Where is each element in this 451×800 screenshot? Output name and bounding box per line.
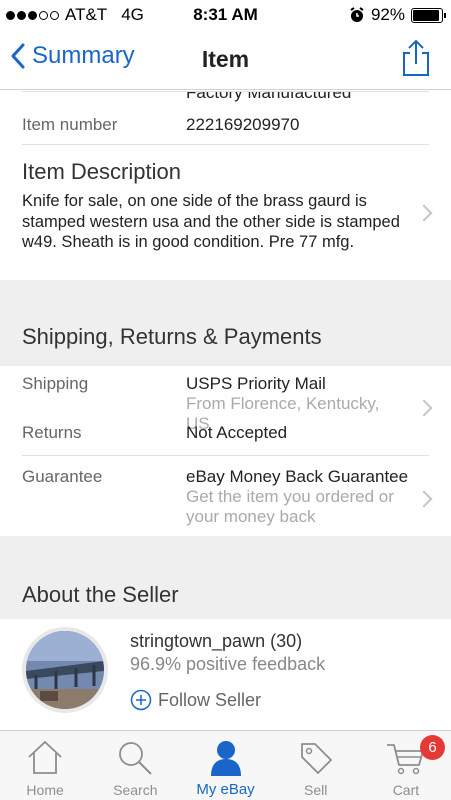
seller-avatar[interactable]	[22, 627, 108, 713]
item-description-title: Item Description	[22, 159, 181, 184]
tab-my-ebay-label: My eBay	[196, 781, 255, 798]
home-icon	[28, 740, 62, 774]
tab-bar: Home Search My eBay Sell 6 Cart	[0, 730, 451, 800]
returns-value: Not Accepted	[186, 423, 288, 442]
seller-section-title: About the Seller	[22, 582, 179, 607]
guarantee-label: Guarantee	[22, 467, 103, 486]
chevron-right-icon	[418, 491, 429, 509]
battery-icon	[411, 7, 446, 23]
item-number-label: Item number	[22, 115, 118, 134]
alarm-icon	[350, 7, 364, 22]
chevron-right-icon	[418, 205, 429, 223]
tab-search-label: Search	[113, 782, 158, 798]
seller-name[interactable]: stringtown_pawn (30)	[130, 631, 302, 652]
tab-cart[interactable]: 6 Cart	[361, 731, 451, 800]
guarantee-value: eBay Money Back Guarantee	[186, 467, 409, 486]
person-icon	[210, 741, 241, 776]
shipping-section-header: Shipping, Returns & Payments	[0, 280, 451, 366]
seller-feedback: 96.9% positive feedback	[130, 654, 326, 674]
returns-label: Returns	[22, 423, 82, 442]
returns-row: Returns Not Accepted	[22, 411, 429, 456]
share-button[interactable]	[401, 38, 431, 83]
tab-search[interactable]: Search	[90, 731, 180, 800]
page-title: Item	[201, 46, 250, 72]
status-bar: AT&T 4G 8:31 AM 92%	[0, 0, 451, 30]
search-icon	[119, 742, 153, 775]
share-icon	[403, 39, 429, 76]
tab-home-label: Home	[26, 782, 64, 798]
tab-sell-label: Sell	[304, 782, 328, 798]
tag-icon	[300, 743, 332, 774]
shipping-section-title: Shipping, Returns & Payments	[22, 324, 322, 349]
follow-seller-button[interactable]: Follow Seller	[130, 689, 261, 711]
item-details-content[interactable]: Factory Manufactured Item number 2221692…	[0, 91, 451, 730]
follow-seller-label: Follow Seller	[158, 689, 262, 710]
battery-percent: 92%	[370, 5, 405, 24]
tab-home[interactable]: Home	[0, 731, 90, 800]
tab-cart-label: Cart	[392, 782, 420, 798]
guarantee-row[interactable]: Guarantee eBay Money Back Guarantee Get …	[22, 456, 429, 536]
plus-circle-icon	[130, 689, 152, 711]
guarantee-description: Get the item you ordered or your money b…	[186, 487, 394, 526]
navigation-bar: Summary Item	[0, 30, 451, 90]
shipping-row[interactable]: Shipping USPS Priority Mail From Florenc…	[22, 366, 429, 433]
shipping-value: USPS Priority Mail	[186, 374, 326, 393]
tab-my-ebay[interactable]: My eBay	[180, 731, 270, 800]
seller-photo	[26, 631, 104, 709]
cart-badge: 6	[420, 735, 446, 760]
manufacture-value: Factory Manufactured	[186, 91, 352, 102]
item-number-value: 222169209970	[186, 115, 300, 134]
seller-section-header: About the Seller	[0, 536, 451, 619]
tab-sell[interactable]: Sell	[271, 731, 361, 800]
shipping-label: Shipping	[22, 374, 89, 393]
status-right: 92%	[349, 5, 446, 25]
item-number-row: Item number 222169209970	[22, 105, 429, 145]
item-description-text: Knife for sale, on one side of the brass…	[22, 192, 400, 251]
